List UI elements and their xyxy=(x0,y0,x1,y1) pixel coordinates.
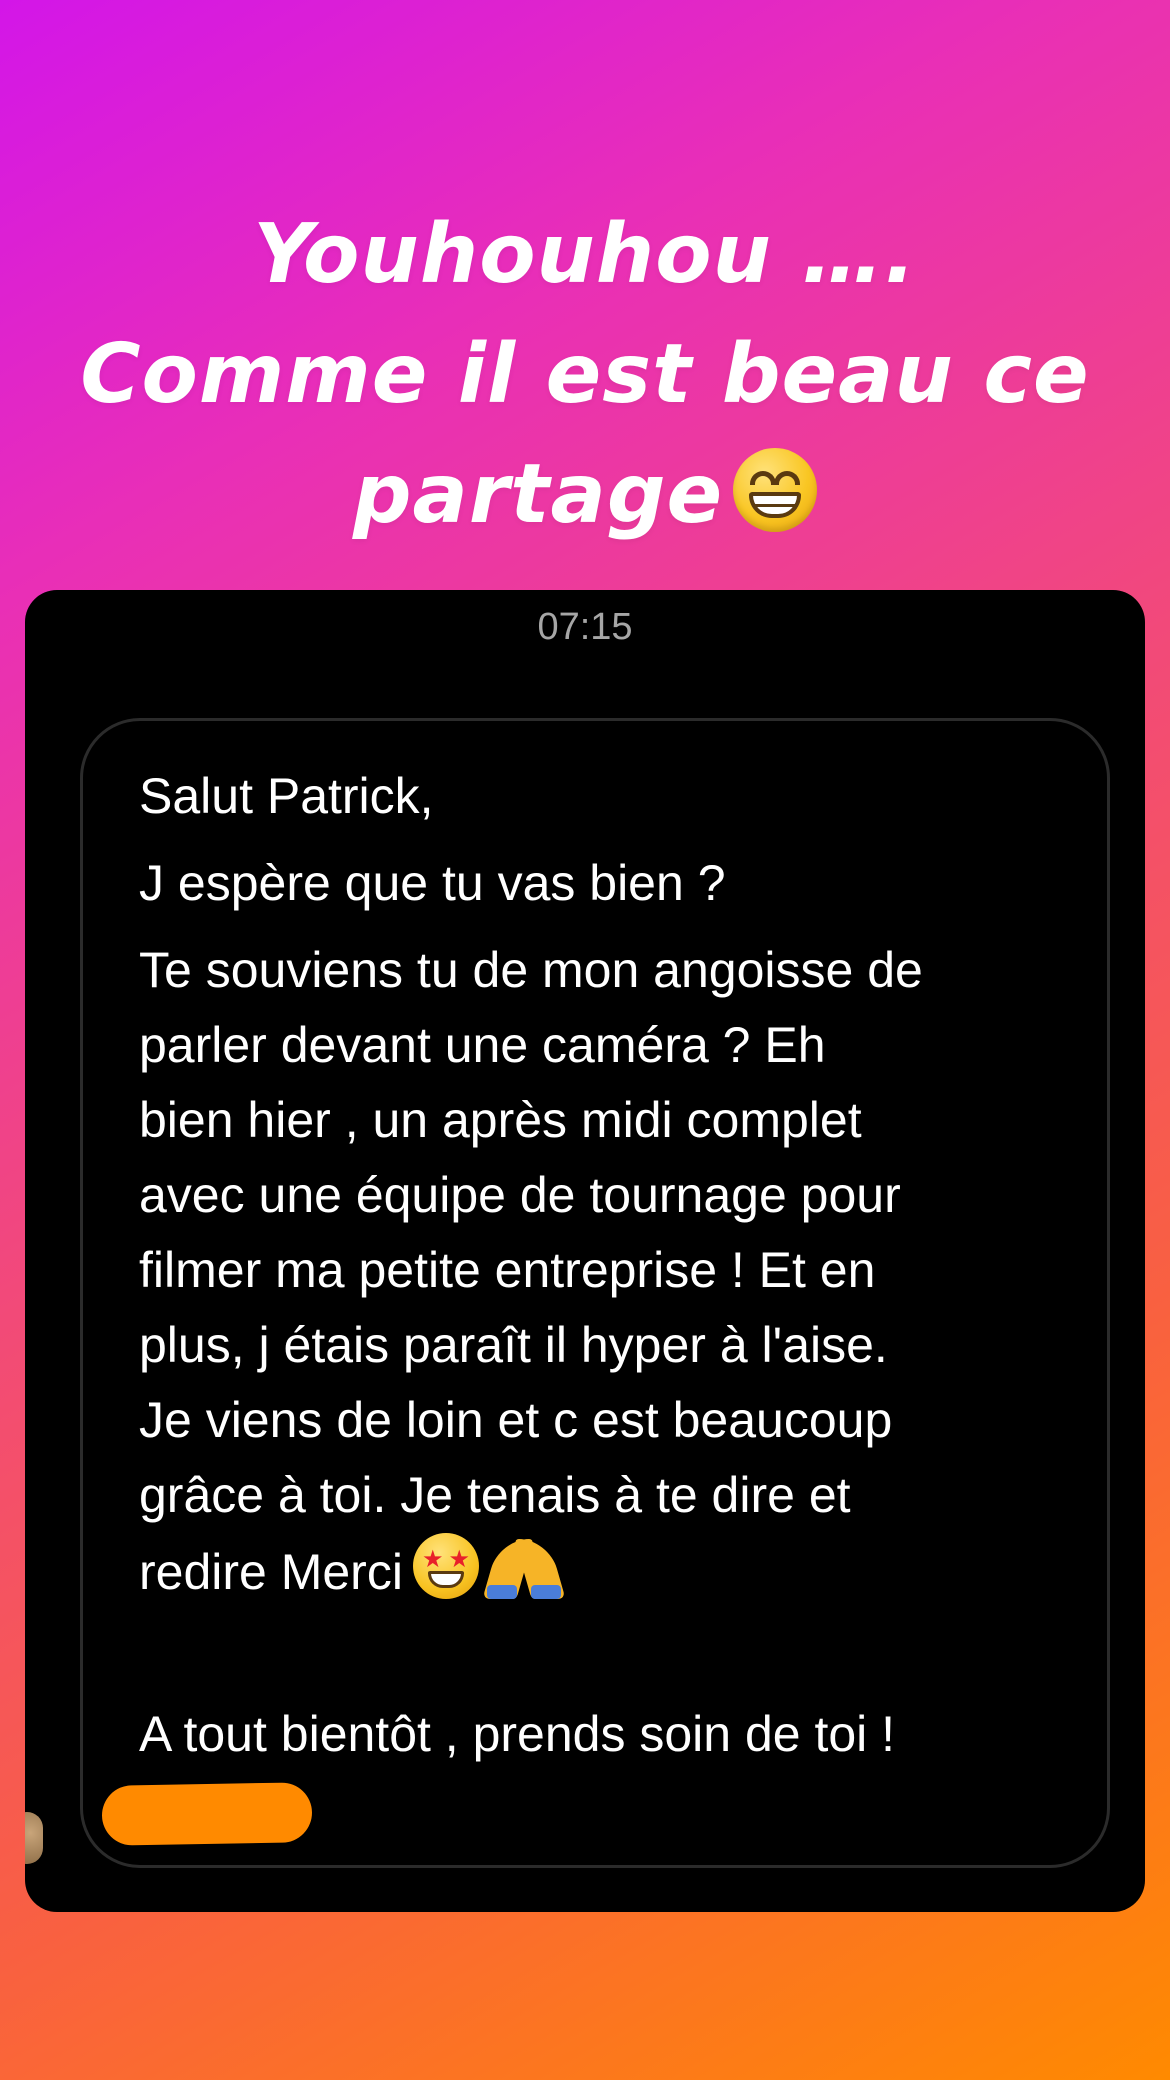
star-struck-emoji-icon: ★ ★ xyxy=(412,1533,479,1599)
message-line: grâce à toi. Je tenais à te dire et xyxy=(139,1467,851,1523)
message-line: filmer ma petite entreprise ! Et en xyxy=(139,1242,876,1298)
caption-line-1: Youhouhou …. xyxy=(253,207,917,302)
story-caption: Youhouhou …. Comme il est beau ce partag… xyxy=(40,195,1130,555)
message-bubble: Salut Patrick, J espère que tu vas bien … xyxy=(80,718,1110,1868)
caption-line-2: Comme il est beau ce xyxy=(80,327,1090,422)
message-line: parler devant une caméra ? Eh xyxy=(139,1017,826,1073)
folded-hands-emoji-icon xyxy=(482,1533,566,1599)
grinning-face-emoji-icon xyxy=(733,448,818,532)
caption-line-3: partage xyxy=(40,435,1130,555)
message-signoff: A tout bientôt , prends soin de toi ! xyxy=(139,1706,896,1762)
message-line: Te souviens tu de mon angoisse de xyxy=(139,942,923,998)
message-line: bien hier , un après midi complet xyxy=(139,1092,862,1148)
message-line: plus, j étais paraît il hyper à l'aise. xyxy=(139,1317,888,1373)
message-line-text: redire Merci xyxy=(139,1544,403,1600)
message-line: redire Merci ★ ★ xyxy=(139,1533,1079,1610)
message-text: Salut Patrick, J espère que tu vas bien … xyxy=(139,759,1079,1772)
message-greeting: Salut Patrick, xyxy=(139,768,434,824)
message-line: J espère que tu vas bien ? xyxy=(139,855,726,911)
redacted-signature-mark xyxy=(101,1782,313,1846)
sender-avatar xyxy=(25,1812,43,1864)
caption-line-3-text: partage xyxy=(352,447,724,542)
message-timestamp: 07:15 xyxy=(537,606,633,648)
message-line: avec une équipe de tournage pour xyxy=(139,1167,901,1223)
message-line: Je viens de loin et c est beaucoup xyxy=(139,1392,893,1448)
message-screenshot: 07:15 Salut Patrick, J espère que tu vas… xyxy=(25,590,1145,1912)
